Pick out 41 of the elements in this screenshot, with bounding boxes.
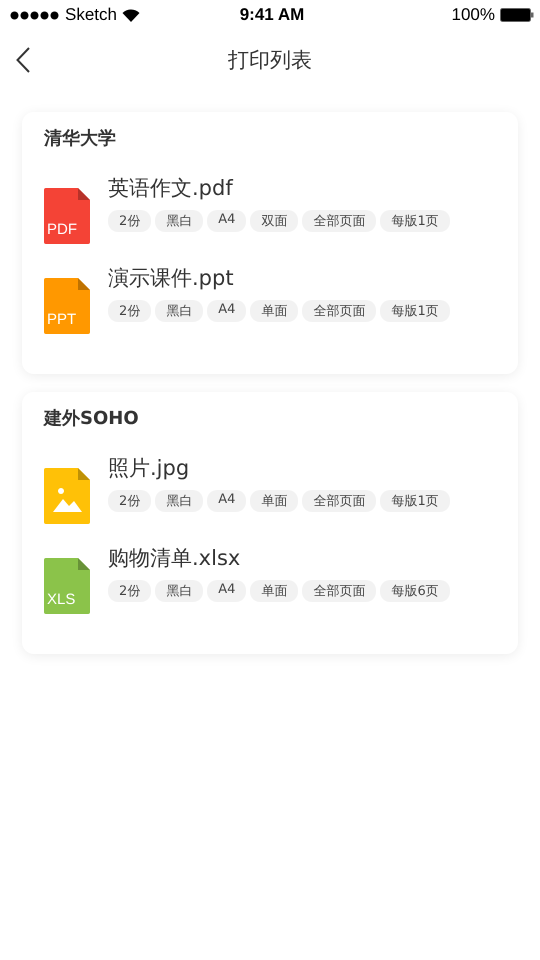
setting-tag: 每版1页 xyxy=(380,300,450,322)
setting-tag: 全部页面 xyxy=(302,490,376,512)
setting-tag: 每版6页 xyxy=(380,580,450,602)
carrier-name: Sketch xyxy=(65,5,117,25)
file-name: 演示课件.ppt xyxy=(108,265,235,292)
setting-tag: 单面 xyxy=(250,490,298,512)
location-name: 清华大学 xyxy=(44,127,117,150)
battery-icon xyxy=(500,8,534,22)
file-name: 英语作文.pdf xyxy=(108,175,234,202)
setting-tag: A4 xyxy=(207,210,246,232)
file-icon: XLS xyxy=(44,558,90,614)
setting-tag: 每版1页 xyxy=(380,490,450,512)
signal-icon xyxy=(10,10,60,20)
setting-tag: 每版1页 xyxy=(380,210,450,232)
setting-tag: 2份 xyxy=(108,580,152,602)
setting-tag: 2份 xyxy=(108,300,152,322)
file-name: 照片.jpg xyxy=(108,455,190,482)
file-icon: PDF xyxy=(44,188,90,244)
setting-tag: 2份 xyxy=(108,490,152,512)
setting-tag: 黑白 xyxy=(155,300,204,322)
setting-tag: A4 xyxy=(207,490,246,512)
location-name: 建外SOHO xyxy=(44,407,140,430)
file-name: 购物清单.xlsx xyxy=(108,545,242,572)
setting-tag: A4 xyxy=(207,580,246,602)
setting-tag: 单面 xyxy=(250,300,298,322)
setting-tag: 黑白 xyxy=(155,490,204,512)
setting-tag: 全部页面 xyxy=(302,580,376,602)
status-time: 9:41 AM xyxy=(240,5,304,25)
setting-tag: 全部页面 xyxy=(302,210,376,232)
back-icon[interactable] xyxy=(16,47,30,73)
setting-tag: 双面 xyxy=(250,210,298,232)
page-title: 打印列表 xyxy=(228,47,312,74)
setting-tag: 2份 xyxy=(108,210,152,232)
setting-tag: 全部页面 xyxy=(302,300,376,322)
setting-tag: 单面 xyxy=(250,580,298,602)
battery-percent: 100% xyxy=(452,5,495,25)
file-icon: PPT xyxy=(44,278,90,334)
wifi-icon xyxy=(122,8,140,22)
setting-tag: 黑白 xyxy=(155,580,204,602)
setting-tag: 黑白 xyxy=(155,210,204,232)
setting-tag: A4 xyxy=(207,300,246,322)
